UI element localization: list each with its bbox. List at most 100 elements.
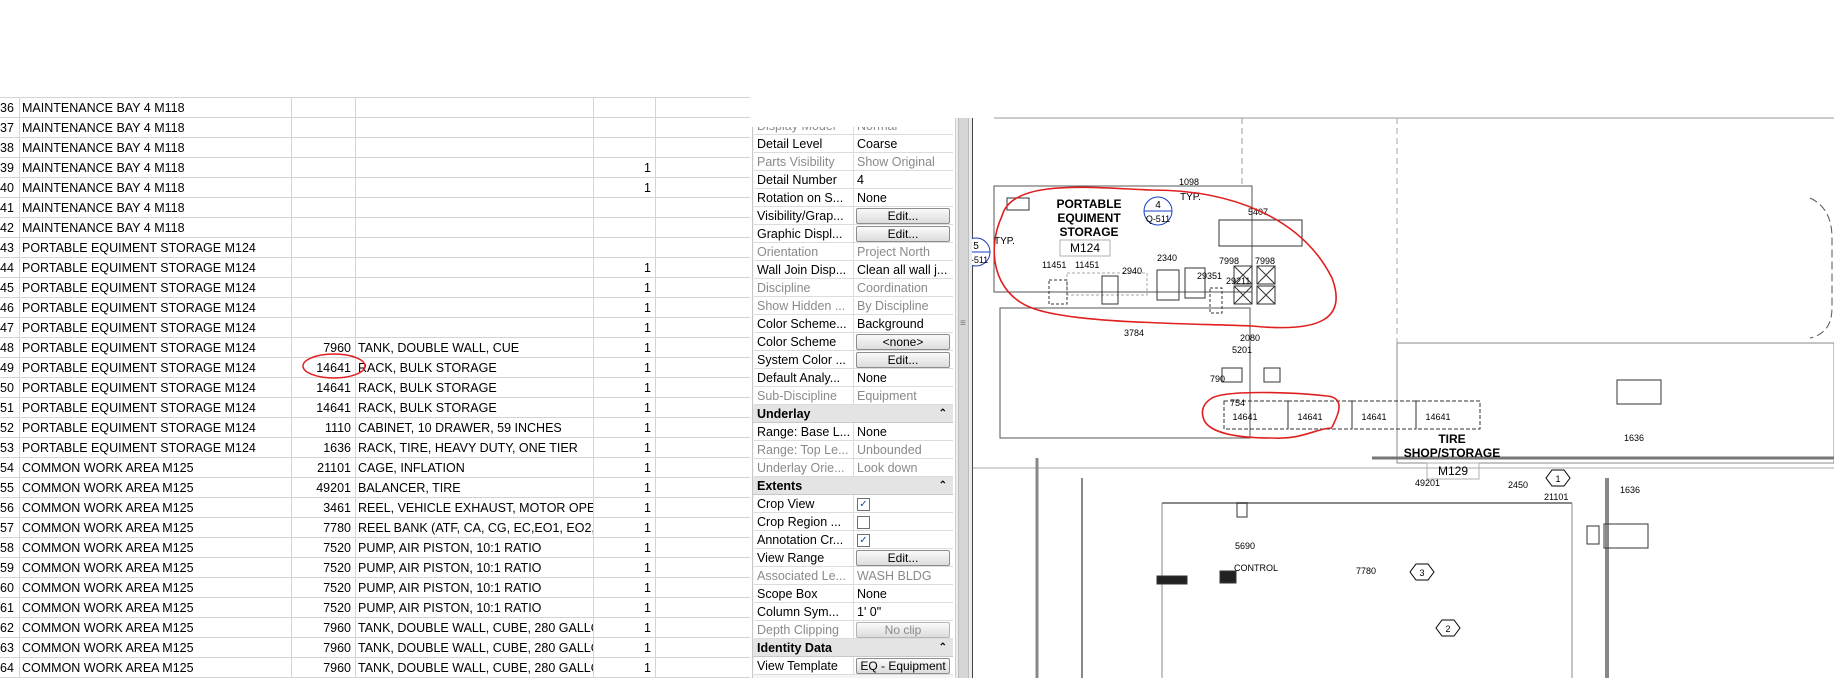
schedule-row[interactable]: 38 MAINTENANCE BAY 4 M118 [0,138,750,158]
description-cell[interactable] [356,238,594,258]
section-callout-4[interactable]: 4 Q-511 [1143,196,1173,226]
property-edit-button[interactable]: Edit... [856,352,950,368]
equipment-schedule-sheet[interactable]: 36 MAINTENANCE BAY 4 M118 37 MAINTENANCE BA… [0,97,750,678]
schedule-row[interactable]: 47 PORTABLE EQUIMENT STORAGE M124 1 [0,318,750,338]
quantity-cell[interactable]: 1 [594,338,656,358]
collapse-icon[interactable]: ⌃ [939,405,947,423]
room-cell[interactable]: MAINTENANCE BAY 4 M118 [20,198,292,218]
property-row[interactable]: Scope Box None [753,585,953,603]
property-value[interactable]: Project North [854,243,953,261]
description-cell[interactable]: TANK, DOUBLE WALL, CUBE, 280 GALLO [356,618,594,638]
empty-cell[interactable] [656,638,750,658]
quantity-cell[interactable]: 1 [594,498,656,518]
description-cell[interactable] [356,98,594,118]
property-row[interactable]: Discipline Coordination [753,279,953,297]
quantity-cell[interactable] [594,138,656,158]
item-code-cell[interactable]: 14641 [292,398,356,418]
room-cell[interactable]: COMMON WORK AREA M125 [20,558,292,578]
property-edit-button[interactable]: <none> [856,334,950,350]
property-checkbox[interactable]: ✓ [857,498,870,511]
properties-section-header[interactable]: Identity Data ⌃ [753,639,953,657]
schedule-row[interactable]: 57 COMMON WORK AREA M125 7780 REEL BANK (AT… [0,518,750,538]
property-row[interactable]: Default Analy... None [753,369,953,387]
property-checkbox[interactable]: ✓ [857,534,870,547]
description-cell[interactable]: CAGE, INFLATION [356,458,594,478]
schedule-row[interactable]: 60 COMMON WORK AREA M125 7520 PUMP, AIR PIS… [0,578,750,598]
property-row[interactable]: Show Hidden ... By Discipline [753,297,953,315]
description-cell[interactable]: REEL BANK (ATF, CA, CG, EC,EO1, EO2, [356,518,594,538]
item-code-cell[interactable] [292,178,356,198]
schedule-row[interactable]: 44 PORTABLE EQUIMENT STORAGE M124 1 [0,258,750,278]
description-cell[interactable] [356,158,594,178]
description-cell[interactable]: PUMP, AIR PISTON, 10:1 RATIO [356,538,594,558]
property-row[interactable]: Graphic Displ... Edit... [753,225,953,243]
schedule-row[interactable]: 56 COMMON WORK AREA M125 3461 REEL, VEHICLE… [0,498,750,518]
properties-scrollbar[interactable]: ≡ [955,118,972,678]
item-code-cell[interactable] [292,158,356,178]
room-cell[interactable]: PORTABLE EQUIMENT STORAGE M124 [20,318,292,338]
property-value[interactable]: None [854,423,953,441]
quantity-cell[interactable]: 1 [594,298,656,318]
quantity-cell[interactable]: 1 [594,378,656,398]
property-value[interactable]: Equipment [854,387,953,405]
item-code-cell[interactable]: 7960 [292,618,356,638]
property-row[interactable]: Orientation Project North [753,243,953,261]
quantity-cell[interactable]: 1 [594,658,656,678]
description-cell[interactable]: CABINET, 10 DRAWER, 59 INCHES [356,418,594,438]
item-code-cell[interactable] [292,118,356,138]
quantity-cell[interactable]: 1 [594,618,656,638]
room-cell[interactable]: PORTABLE EQUIMENT STORAGE M124 [20,338,292,358]
quantity-cell[interactable]: 1 [594,458,656,478]
description-cell[interactable]: RACK, BULK STORAGE [356,398,594,418]
empty-cell[interactable] [656,218,750,238]
property-edit-button[interactable]: Edit... [856,226,950,242]
schedule-row[interactable]: 43 PORTABLE EQUIMENT STORAGE M124 [0,238,750,258]
properties-section-header[interactable]: Underlay ⌃ [753,405,953,423]
quantity-cell[interactable]: 1 [594,638,656,658]
property-value[interactable]: Clean all wall j... [854,261,953,279]
item-code-cell[interactable]: 7780 [292,518,356,538]
item-code-cell[interactable] [292,238,356,258]
empty-cell[interactable] [656,598,750,618]
property-row[interactable]: Display ModelNormal [753,127,953,135]
quantity-cell[interactable] [594,238,656,258]
collapse-icon[interactable]: ⌃ [939,639,947,657]
quantity-cell[interactable]: 1 [594,178,656,198]
empty-cell[interactable] [656,578,750,598]
item-code-cell[interactable] [292,98,356,118]
room-cell[interactable]: COMMON WORK AREA M125 [20,618,292,638]
description-cell[interactable]: TANK, DOUBLE WALL, CUE [356,338,594,358]
quantity-cell[interactable]: 1 [594,318,656,338]
property-row[interactable]: Visibility/Grap... Edit... [753,207,953,225]
room-cell[interactable]: COMMON WORK AREA M125 [20,658,292,678]
empty-cell[interactable] [656,238,750,258]
markup-circle-cell-14641[interactable] [300,350,370,382]
schedule-row[interactable]: 53 PORTABLE EQUIMENT STORAGE M124 1636 RACK… [0,438,750,458]
item-code-cell[interactable]: 21101 [292,458,356,478]
collapse-icon[interactable]: ⌃ [939,477,947,495]
property-row[interactable]: Column Sym... 1' 0" [753,603,953,621]
room-cell[interactable]: PORTABLE EQUIMENT STORAGE M124 [20,298,292,318]
property-row[interactable]: Color Scheme... Background [753,315,953,333]
quantity-cell[interactable]: 1 [594,518,656,538]
room-cell[interactable]: MAINTENANCE BAY 4 M118 [20,98,292,118]
property-value[interactable]: Unbounded [854,441,953,459]
property-value[interactable]: None [854,189,953,207]
description-cell[interactable] [356,118,594,138]
schedule-row[interactable]: 50 PORTABLE EQUIMENT STORAGE M124 14641 RAC… [0,378,750,398]
schedule-row[interactable]: 51 PORTABLE EQUIMENT STORAGE M124 14641 RAC… [0,398,750,418]
empty-cell[interactable] [656,518,750,538]
item-code-cell[interactable]: 7520 [292,578,356,598]
quantity-cell[interactable]: 1 [594,418,656,438]
property-checkbox[interactable] [857,516,870,529]
room-cell[interactable]: PORTABLE EQUIMENT STORAGE M124 [20,358,292,378]
property-value[interactable]: 4 [854,171,953,189]
room-cell[interactable]: COMMON WORK AREA M125 [20,638,292,658]
property-value[interactable]: None [854,585,953,603]
empty-cell[interactable] [656,198,750,218]
empty-cell[interactable] [656,118,750,138]
room-cell[interactable]: PORTABLE EQUIMENT STORAGE M124 [20,378,292,398]
room-cell[interactable]: PORTABLE EQUIMENT STORAGE M124 [20,418,292,438]
empty-cell[interactable] [656,98,750,118]
description-cell[interactable]: REEL, VEHICLE EXHAUST, MOTOR OPER [356,498,594,518]
